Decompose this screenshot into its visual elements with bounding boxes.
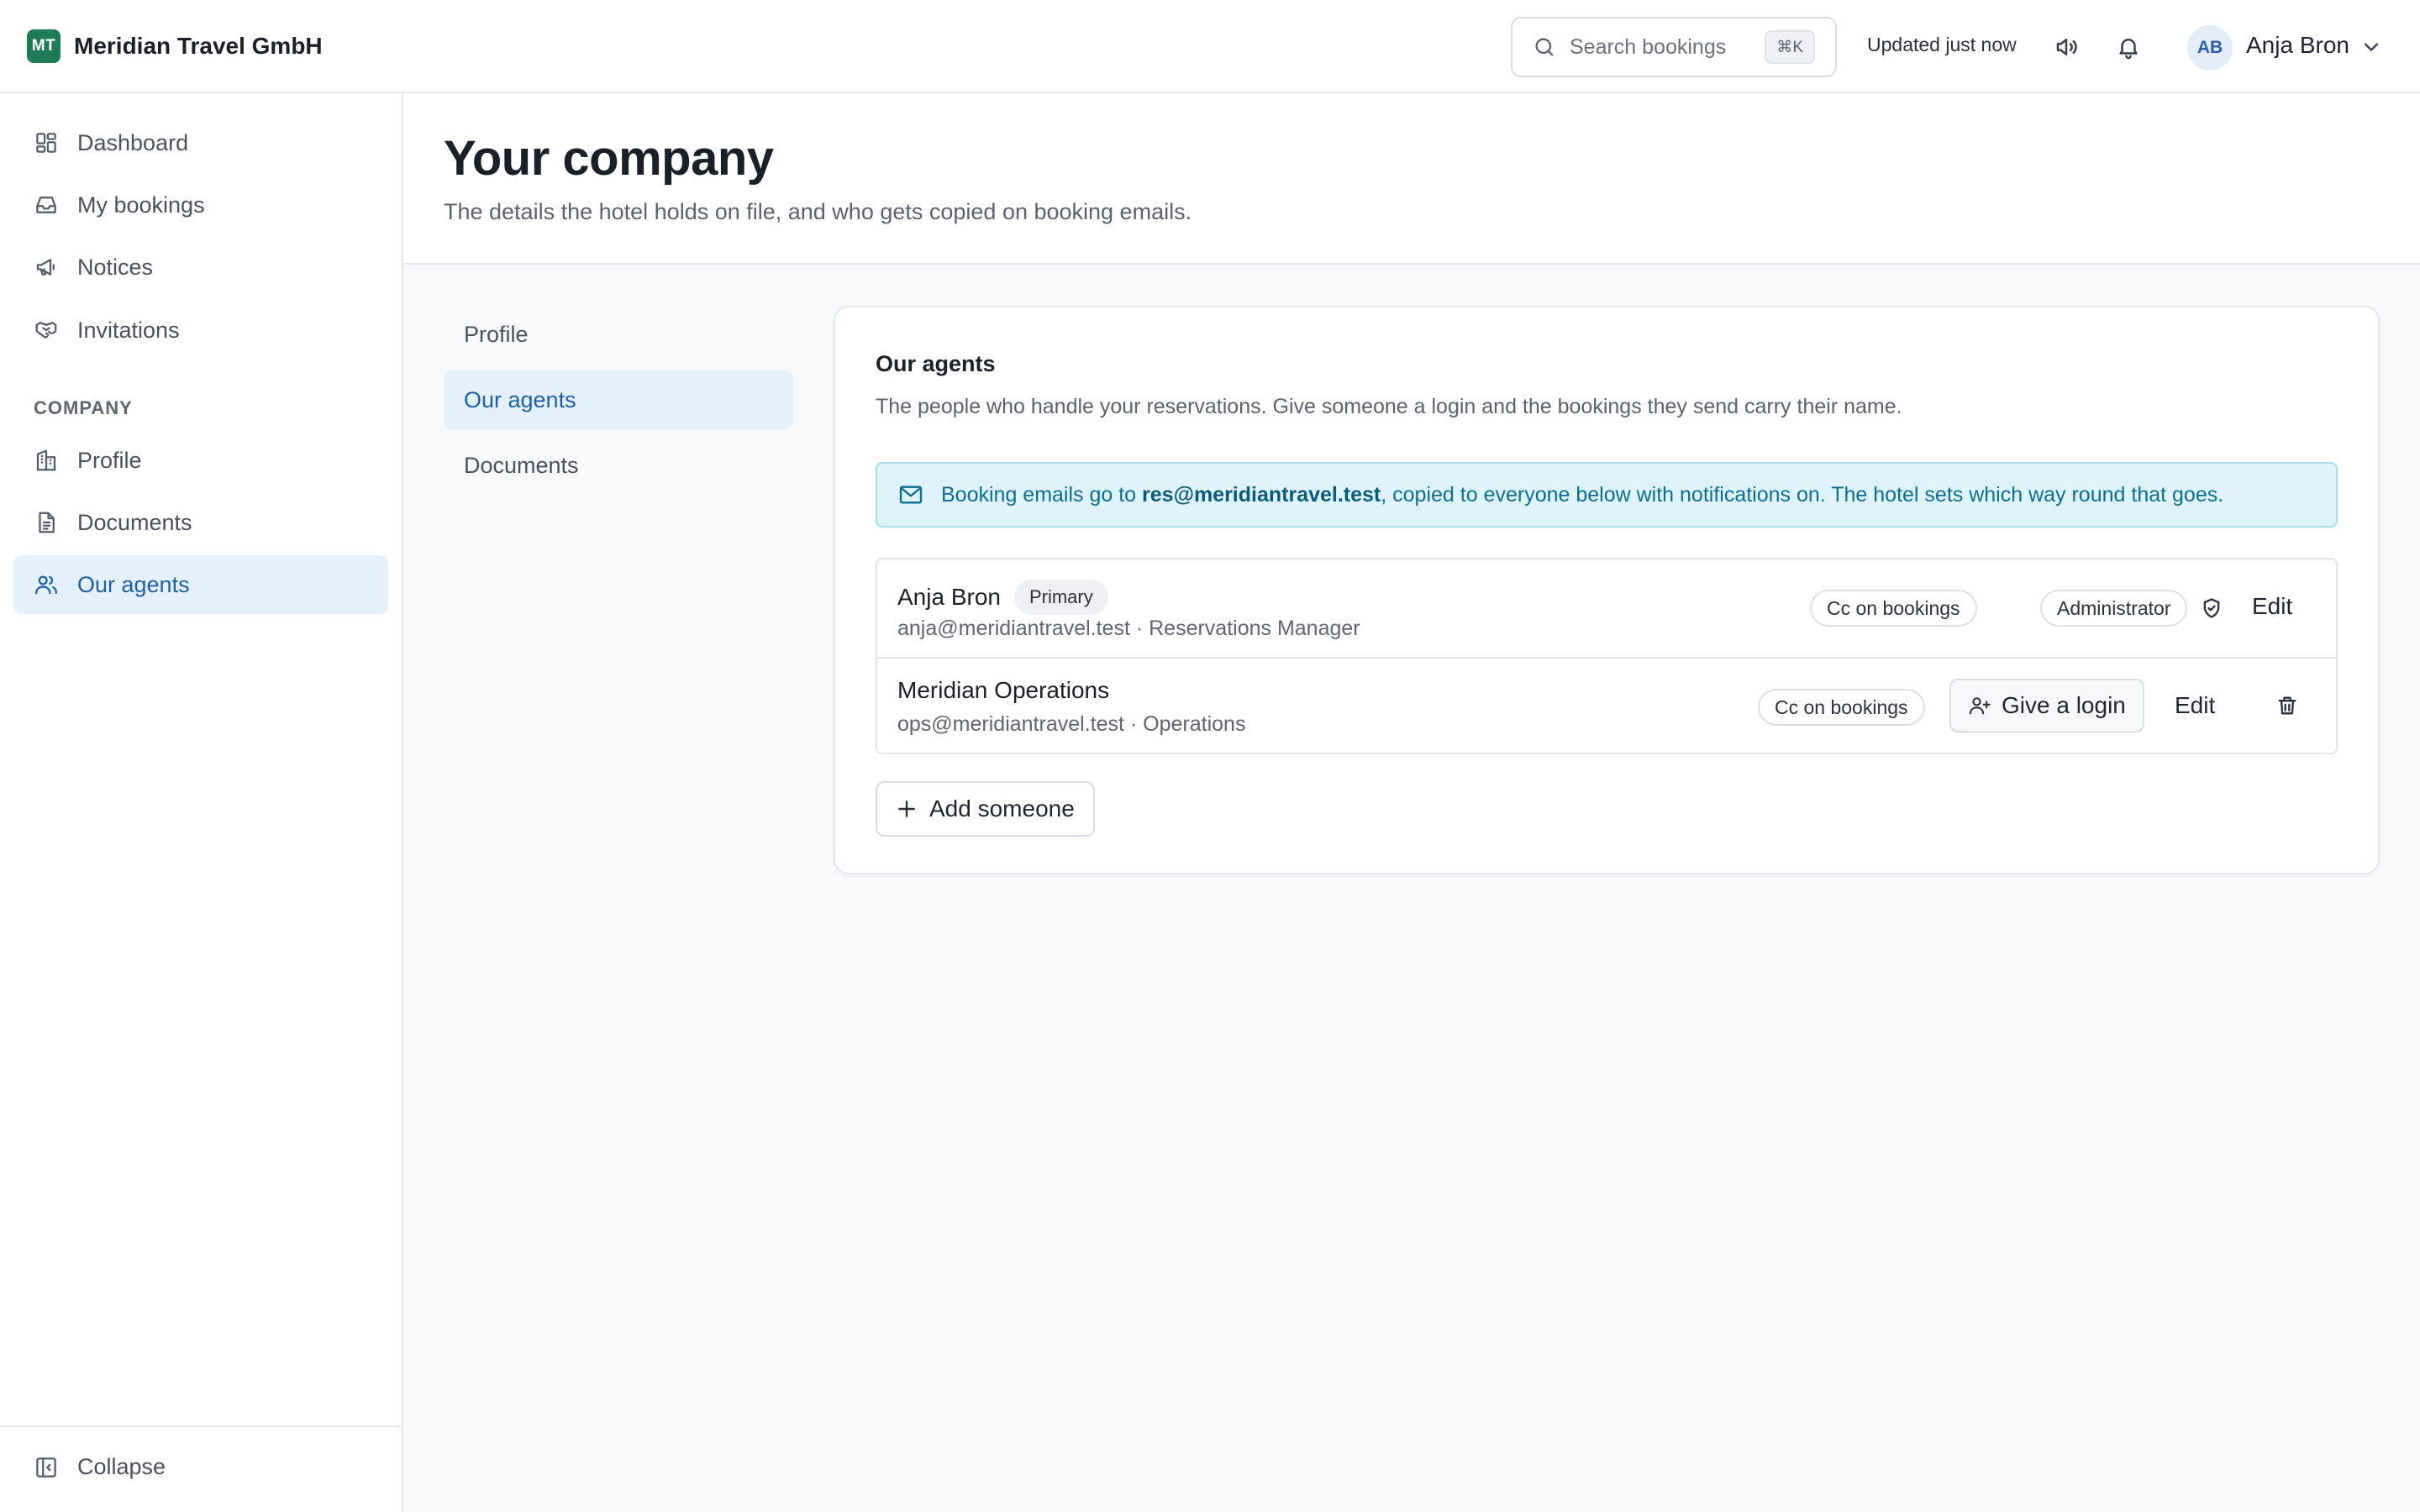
page-subtitle: The details the hotel holds on file, and… [444, 199, 1192, 224]
tab-our-agents[interactable]: Our agents [444, 370, 793, 429]
role-badge: Administrator [2040, 590, 2188, 627]
sidebar-item-my-bookings[interactable]: My bookings [13, 176, 388, 234]
user-plus-icon [1968, 694, 1991, 717]
tab-documents[interactable]: Documents [444, 436, 793, 495]
shield-icon [2196, 593, 2227, 623]
sidebar-item-our-agents[interactable]: Our agents [13, 555, 388, 614]
page-header: Your company The details the hotel holds… [403, 93, 2420, 265]
sidebar-item-label: Notices [77, 254, 154, 280]
sidebar-section-label: COMPANY [34, 397, 133, 418]
brand-logo: MT [27, 29, 60, 63]
chevron-down-icon[interactable] [2360, 35, 2383, 59]
sidebar-item-documents[interactable]: Documents [13, 493, 388, 552]
update-status: Updated just now [1867, 34, 2017, 55]
sidebar-item-label: My bookings [77, 192, 205, 218]
add-someone-label: Add someone [929, 795, 1075, 822]
mail-icon [897, 481, 924, 508]
tab-profile[interactable]: Profile [444, 305, 793, 364]
list-item: Meridian Operations ops@meridiantravel.t… [877, 657, 2336, 754]
users-icon [34, 572, 59, 597]
cc-badge: Cc on bookings [1810, 590, 1977, 627]
user-name[interactable]: Anja Bron [2246, 32, 2349, 59]
sidebar-item-dashboard[interactable]: Dashboard [13, 113, 388, 172]
card-title: Our agents [876, 351, 996, 376]
bell-icon[interactable] [2113, 32, 2144, 62]
agent-name: Meridian Operations [897, 677, 1110, 703]
notice-prefix: Booking emails go to [941, 482, 1143, 507]
search-icon [1533, 35, 1556, 59]
plus-icon [896, 798, 918, 820]
agent-meta: ops@meridiantravel.test · Operations [897, 712, 1246, 736]
collapse-label: Collapse [77, 1454, 166, 1479]
sidebar-item-label: Dashboard [77, 129, 189, 155]
edit-button[interactable]: Edit [2175, 692, 2215, 719]
agents-list: Anja Bron Primary anja@meridiantravel.te… [876, 558, 2338, 754]
building-icon [34, 448, 59, 473]
inbox-icon [34, 192, 59, 218]
agents-card: Our agents The people who handle your re… [834, 306, 2380, 874]
search-shortcut: ⌘K [1765, 30, 1815, 64]
collapse-icon [34, 1455, 59, 1480]
agent-meta: anja@meridiantravel.test · Reservations … [897, 617, 1360, 640]
sidebar-item-label: Invitations [77, 317, 180, 343]
page-title: Your company [444, 131, 774, 186]
avatar[interactable]: AB [2187, 25, 2233, 71]
brand[interactable]: MT Meridian Travel GmbH [27, 29, 323, 63]
sidebar: Dashboard My bookings Notices Invitation… [0, 93, 403, 1512]
sidebar-item-label: Documents [77, 509, 192, 535]
document-icon [34, 510, 59, 535]
speaker-icon[interactable] [2051, 32, 2081, 62]
agent-name: Anja Bron [897, 584, 1001, 610]
top-bar: MT Meridian Travel GmbH Search bookings … [0, 0, 2420, 93]
list-item: Anja Bron Primary anja@meridiantravel.te… [877, 559, 2336, 657]
card-description: The people who handle your reservations.… [876, 395, 1902, 418]
dashboard-icon [34, 130, 59, 155]
megaphone-icon [34, 255, 59, 280]
give-login-label: Give a login [2002, 692, 2126, 718]
notice-text: Booking emails go to res@meridiantravel.… [941, 483, 2223, 507]
search-placeholder: Search bookings [1570, 34, 1727, 59]
collapse-button[interactable]: Collapse [34, 1454, 166, 1480]
primary-badge: Primary [1013, 580, 1108, 615]
give-login-button[interactable]: Give a login [1949, 679, 2144, 732]
sidebar-item-profile[interactable]: Profile [13, 431, 388, 490]
sidebar-item-label: Our agents [77, 571, 190, 597]
notice-email: res@meridiantravel.test [1142, 482, 1381, 507]
sidebar-footer: Collapse [0, 1425, 402, 1512]
trash-icon[interactable] [2272, 690, 2302, 721]
sidebar-item-invitations[interactable]: Invitations [13, 301, 388, 360]
sidebar-item-notices[interactable]: Notices [13, 238, 388, 297]
handshake-icon [34, 318, 59, 343]
agent-name-row: Meridian Operations [897, 677, 1109, 704]
add-someone-button[interactable]: Add someone [876, 781, 1095, 837]
info-notice: Booking emails go to res@meridiantravel.… [876, 462, 2338, 528]
sidebar-item-label: Profile [77, 447, 142, 473]
search-input[interactable]: Search bookings ⌘K [1511, 17, 1837, 77]
notice-suffix: , copied to everyone below with notifica… [1381, 482, 2224, 507]
agent-name-row: Anja Bron Primary [897, 580, 1108, 615]
cc-badge: Cc on bookings [1758, 689, 1925, 726]
edit-button[interactable]: Edit [2252, 593, 2292, 620]
brand-name: Meridian Travel GmbH [74, 33, 323, 59]
